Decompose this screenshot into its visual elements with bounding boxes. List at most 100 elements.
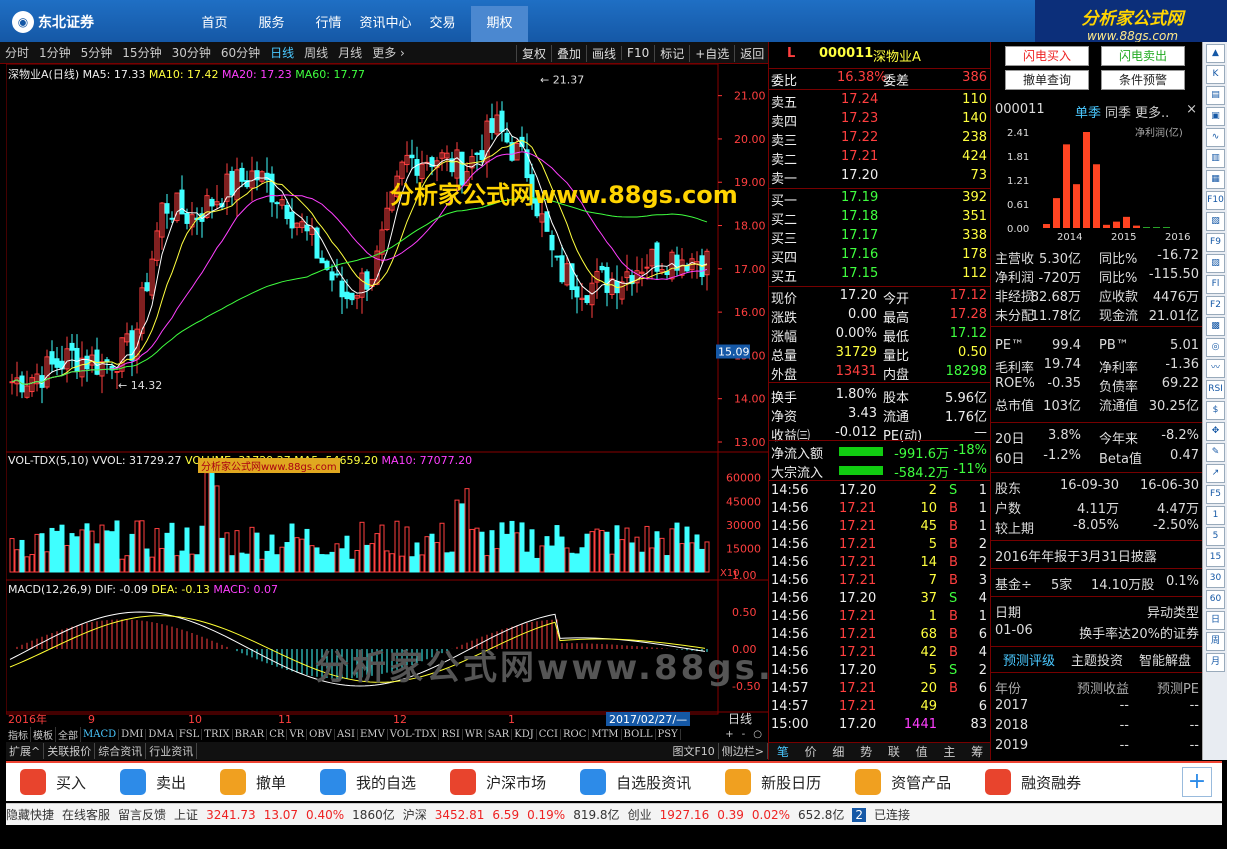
ind-tab-21[interactable]: MTM [589,728,622,740]
ind-tab-2[interactable]: 全部 [56,726,81,742]
side-tool-12[interactable]: F2 [1206,296,1225,315]
tool-5[interactable]: +自选 [689,44,734,62]
side-tool-16[interactable]: RSI [1206,380,1225,399]
quote-tab-3[interactable]: 势 [852,743,880,760]
ind-tab-9[interactable]: CR [267,728,288,740]
side-tool-2[interactable]: ▤ [1206,86,1225,105]
ind-tab-0[interactable]: 指标 [6,726,31,742]
side-tool-5[interactable]: ▥ [1206,149,1225,168]
ind-tab-19[interactable]: CCI [537,728,561,740]
period-2[interactable]: 5分钟 [76,44,118,61]
f10-tab-0[interactable]: 单季 [1075,102,1101,121]
side-tool-11[interactable]: Fl [1206,275,1225,294]
action-3[interactable]: 我的自选 [306,769,416,795]
forecast-tab-0[interactable]: 预测评级 [1003,650,1055,669]
quote-tab-7[interactable]: 筹 [963,743,991,760]
ind-tab-16[interactable]: WR [463,728,486,740]
forecast-tab-1[interactable]: 主题投资 [1071,650,1123,669]
side-tool-0[interactable]: ▲ [1206,44,1225,63]
ind-tab-12[interactable]: ASI [335,728,358,740]
ind-tab-11[interactable]: OBV [307,728,335,740]
quote-tab-0[interactable]: 笔 [769,743,797,760]
ind-tab-14[interactable]: VOL-TDX [388,728,440,740]
action-4[interactable]: 沪深市场 [436,769,546,795]
close-icon[interactable]: × [1186,102,1197,117]
f10-tab-1[interactable]: 同季 [1105,102,1131,121]
side-tool-3[interactable]: ▣ [1206,107,1225,126]
action-8[interactable]: 融资融券 [971,769,1081,795]
f10-btn-0[interactable]: 闪电买入 [1005,46,1089,66]
side-tool-17[interactable]: $ [1206,401,1225,420]
ind-tab-15[interactable]: RSI [439,728,463,740]
side-tool-21[interactable]: F5 [1206,485,1225,504]
side-tool-4[interactable]: ∿ [1206,128,1225,147]
ind-tab-20[interactable]: ROC [561,728,590,740]
ext-tab-1[interactable]: 关联报价 [44,743,96,759]
f10-btn-1[interactable]: 闪电卖出 [1101,46,1185,66]
zoom-btn-2[interactable]: ○ [753,729,762,740]
tool-6[interactable]: 返回 [734,44,769,62]
tool-2[interactable]: 画线 [586,44,621,62]
ind-tab-22[interactable]: BOLL [622,728,656,740]
side-tool-18[interactable]: ✥ [1206,422,1225,441]
kline-chart[interactable]: 21.0020.0019.0018.0017.0016.0015.0014.00… [6,64,768,740]
side-tool-19[interactable]: ✎ [1206,443,1225,462]
side-tool-26[interactable]: 60 [1206,590,1225,609]
tool-3[interactable]: F10 [621,46,654,60]
ext-right-0[interactable]: 图文F10 [669,743,719,759]
side-tool-20[interactable]: ↗ [1206,464,1225,483]
side-tool-9[interactable]: F9 [1206,233,1225,252]
ind-tab-4[interactable]: DMI [119,728,147,740]
side-tool-10[interactable]: ▨ [1206,254,1225,273]
quote-tab-4[interactable]: 联 [880,743,908,760]
quote-tab-5[interactable]: 值 [908,743,936,760]
ind-tab-1[interactable]: 模板 [31,726,56,742]
quote-tab-2[interactable]: 细 [825,743,853,760]
nav-1[interactable]: 服务 [243,6,300,42]
f10-btn-3[interactable]: 条件预警 [1101,70,1185,90]
nav-5[interactable]: 期权 [471,6,528,42]
forecast-tab-2[interactable]: 智能解盘 [1139,650,1191,669]
tool-4[interactable]: 标记 [654,44,689,62]
action-5[interactable]: 自选股资讯 [566,769,691,795]
action-2[interactable]: 撤单 [206,769,286,795]
side-tool-1[interactable]: K [1206,65,1225,84]
ext-right-1[interactable]: 侧边栏> [719,743,768,759]
ind-tab-23[interactable]: PSY [656,728,681,740]
period-6[interactable]: 日线 [265,44,299,61]
ind-tab-7[interactable]: TRIX [202,728,233,740]
ext-tab-2[interactable]: 综合资讯 [95,743,147,759]
nav-4[interactable]: 交易 [414,6,471,42]
nav-0[interactable]: 首页 [186,6,243,42]
ind-tab-6[interactable]: FSL [177,728,203,740]
period-0[interactable]: 分时 [0,44,34,61]
quote-tab-6[interactable]: 主 [936,743,964,760]
period-1[interactable]: 1分钟 [34,44,76,61]
zoom-btn-0[interactable]: + [725,729,733,740]
side-tool-6[interactable]: ▦ [1206,170,1225,189]
side-tool-25[interactable]: 30 [1206,569,1225,588]
side-tool-13[interactable]: ▩ [1206,317,1225,336]
side-tool-23[interactable]: 5 [1206,527,1225,546]
ext-tab-3[interactable]: 行业资讯 [146,743,198,759]
side-tool-29[interactable]: 月 [1206,653,1225,672]
ind-tab-8[interactable]: BRAR [233,728,268,740]
tool-0[interactable]: 复权 [516,44,551,62]
ind-tab-10[interactable]: VR [287,728,308,740]
action-7[interactable]: 资管产品 [841,769,951,795]
ind-tab-18[interactable]: KDJ [512,728,537,740]
side-tool-27[interactable]: 日 [1206,611,1225,630]
side-tool-28[interactable]: 周 [1206,632,1225,651]
f10-btn-2[interactable]: 撤单查询 [1005,70,1089,90]
tool-1[interactable]: 叠加 [551,44,586,62]
side-tool-14[interactable]: ◎ [1206,338,1225,357]
ind-tab-5[interactable]: DMA [146,728,177,740]
period-8[interactable]: 月线 [333,44,367,61]
side-tool-22[interactable]: 1 [1206,506,1225,525]
add-icon[interactable]: + [1182,767,1212,797]
nav-2[interactable]: 行情 [300,6,357,42]
period-7[interactable]: 周线 [299,44,333,61]
zoom-btn-1[interactable]: - [742,729,746,740]
side-tool-7[interactable]: F10 [1206,191,1225,210]
action-6[interactable]: 新股日历 [711,769,821,795]
